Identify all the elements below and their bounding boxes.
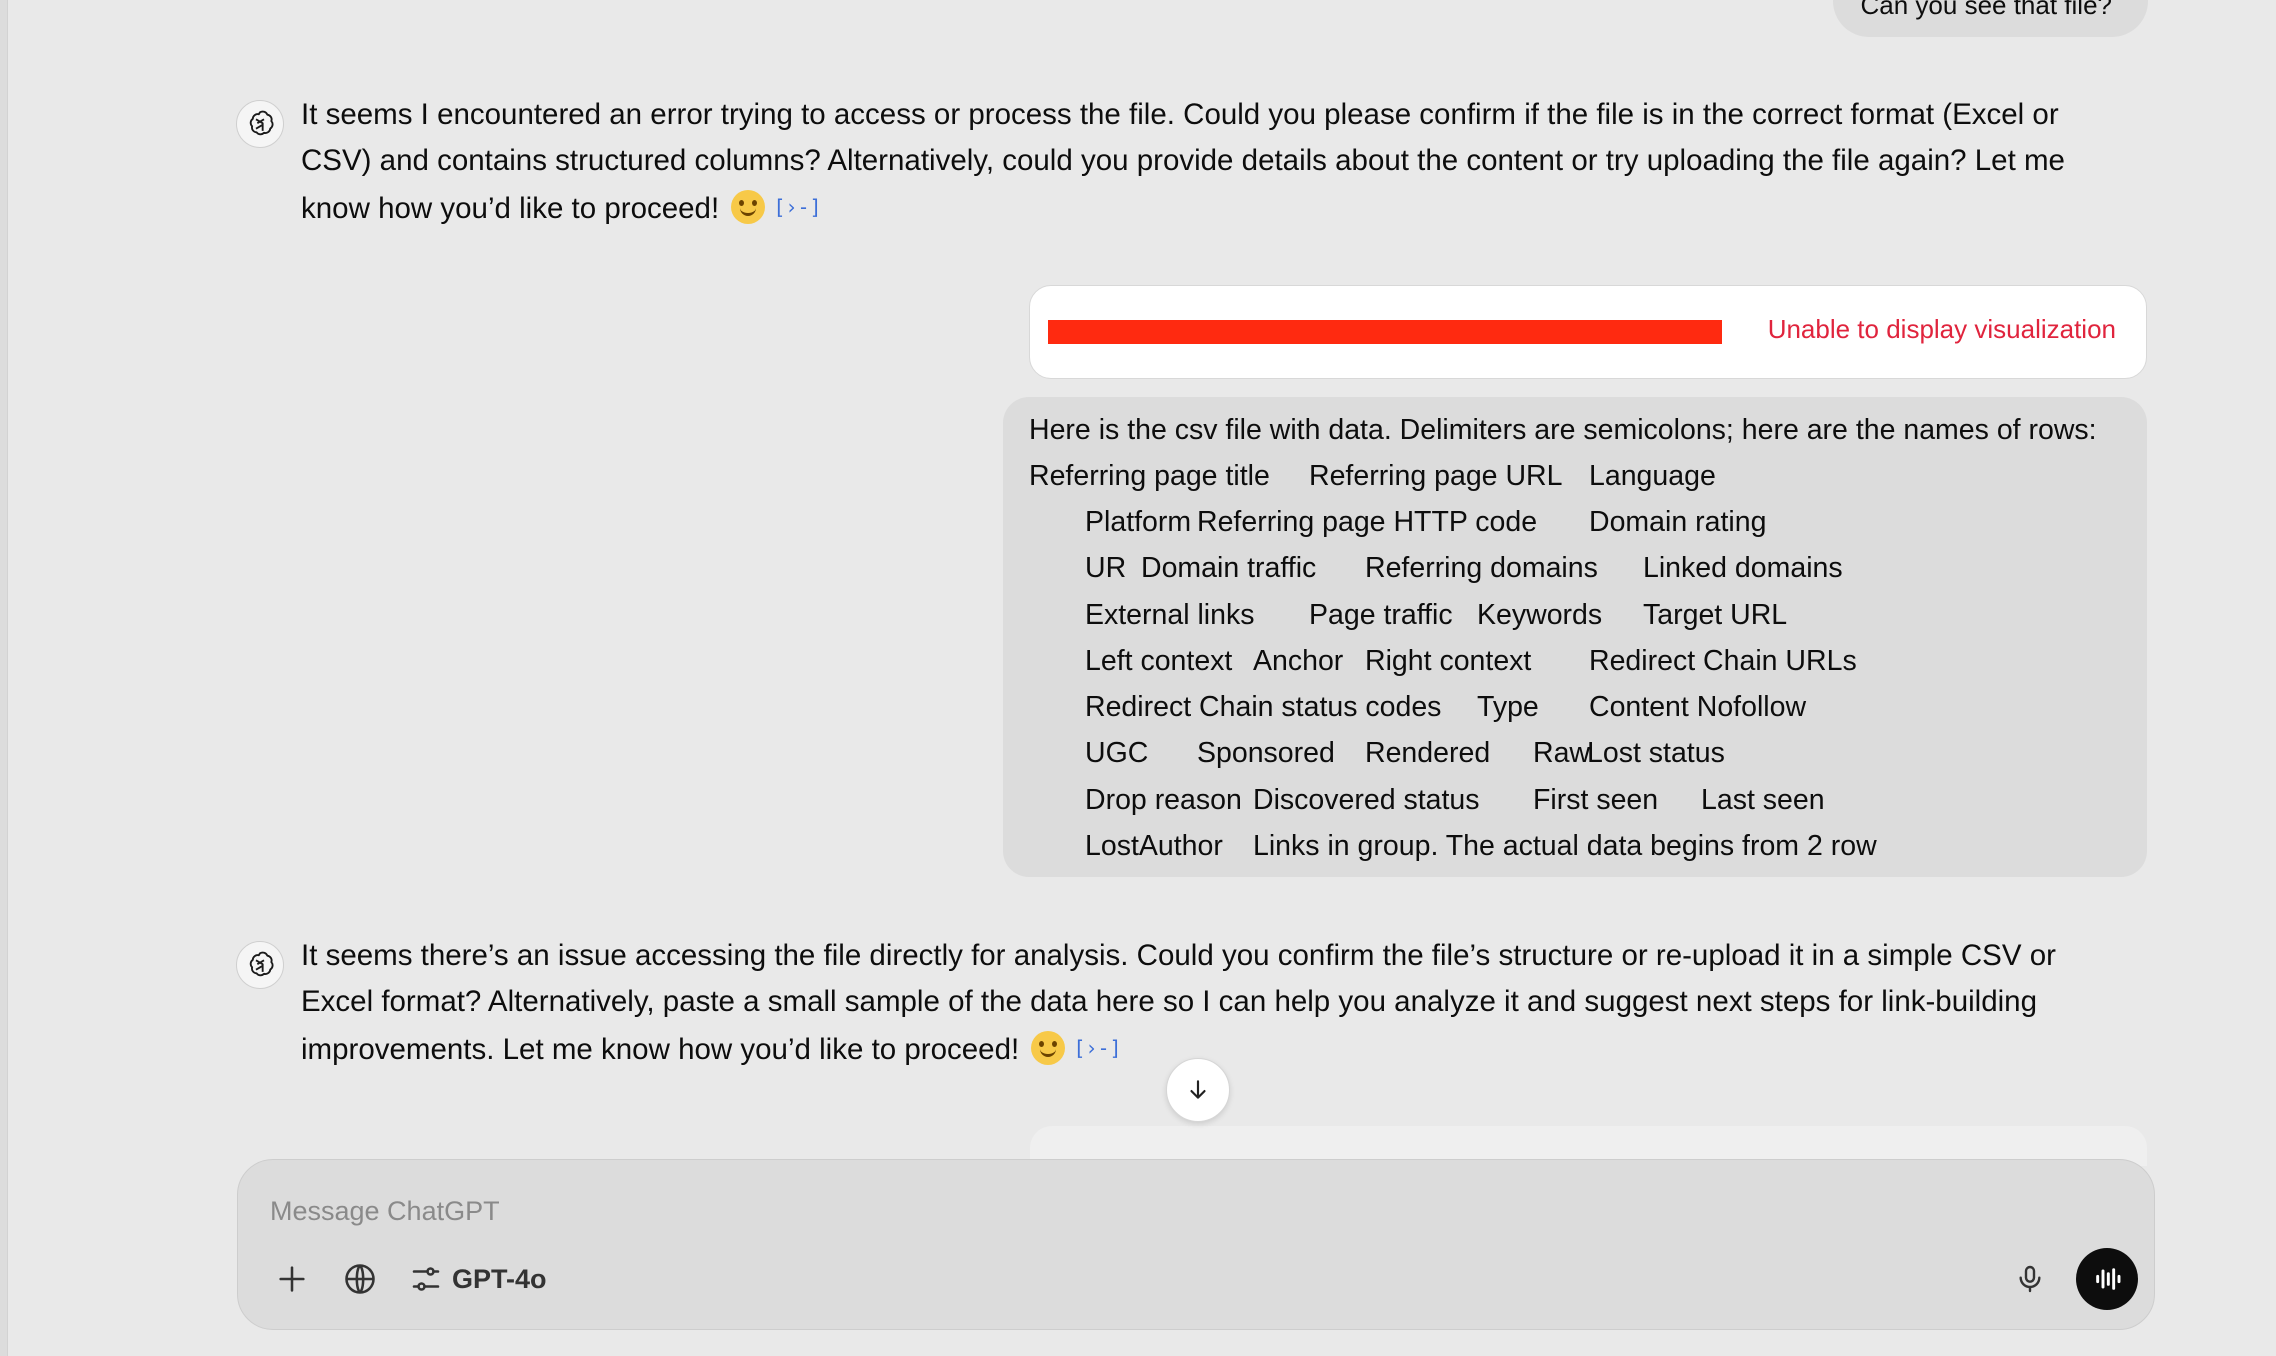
csv-column-name: Page traffic [1309,599,1453,631]
csv-intro-text: Here is the csv file with data. Delimite… [1029,414,2097,446]
csv-column-name: First seen [1533,784,1659,816]
csv-column-name: Links in group. The actual data begins f… [1253,830,1877,862]
user-message-text: Can you see that file? [1860,0,2113,20]
csv-column-name: Referring domains [1365,552,1598,584]
openai-logo-icon [236,100,284,148]
csv-column-name: UGC [1085,737,1149,769]
user-message-bubble: Can you see that file? [1832,0,2148,37]
csv-column-name: Drop reason [1085,784,1242,816]
sidebar-edge [0,0,8,1356]
csv-column-name: Content Nofollow [1589,691,1807,723]
csv-column-name: Target URL [1643,599,1788,631]
csv-column-name: Domain rating [1589,506,1767,538]
csv-column-name: Type [1477,691,1539,723]
smiling-face-emoji [1031,1031,1066,1065]
csv-column-name: Keywords [1477,599,1603,631]
csv-column-name: LostAuthor [1085,830,1223,862]
file-attachment-card[interactable]: Unable to display visualization [1029,285,2147,379]
citation-icon[interactable]: [›-] [1073,1025,1121,1071]
csv-column-name: Domain traffic [1141,552,1317,584]
assistant-message-text: It seems I encountered an error trying t… [301,92,2071,232]
csv-column-name: Raw [1533,737,1591,769]
smiling-face-emoji [731,190,766,224]
csv-column-name: Lost status [1587,737,1725,769]
csv-column-name: Last seen [1701,784,1825,816]
assistant-message: It seems there’s an issue accessing the … [236,939,2066,1081]
csv-column-name: Sponsored [1197,737,1335,769]
arrow-down-icon [1190,1080,1206,1099]
openai-logo-icon [236,941,284,989]
assistant-message-text: It seems there’s an issue accessing the … [301,933,2071,1073]
scroll-to-bottom-button[interactable] [1166,1058,1230,1122]
csv-column-name: Platform [1085,506,1192,538]
csv-column-name: Referring page title [1029,460,1270,492]
attach-button[interactable] [268,1255,316,1303]
csv-column-name: Left context [1085,645,1233,677]
csv-column-name: UR [1085,552,1127,584]
csv-column-name: Referring page URL [1309,460,1563,492]
csv-column-name: Linked domains [1643,552,1843,584]
model-label: GPT-4o [452,1263,547,1294]
sliders-icon [412,1267,440,1291]
citation-icon[interactable]: [›-] [773,184,821,230]
visualization-error-text: Unable to display visualization [1767,314,2116,344]
csv-column-name: Redirect Chain URLs [1589,645,1857,677]
csv-column-name: Discovered status [1253,784,1480,816]
csv-column-name: Rendered [1365,737,1491,769]
message-composer: GPT-4o [237,1159,2155,1330]
user-message-bubble: Here is the csv file with data. Delimite… [1003,397,2147,877]
csv-column-name: Right context [1365,645,1532,677]
csv-column-name: Redirect Chain status codes [1085,691,1442,723]
message-input[interactable] [268,1190,2072,1232]
microphone-icon [2019,1265,2041,1293]
redacted-filename [1048,320,1722,344]
csv-column-name: Anchor [1253,645,1344,677]
assistant-message: It seems I encountered an error trying t… [236,98,2066,240]
search-web-button[interactable] [336,1255,384,1303]
csv-column-name: External links [1085,599,1255,631]
voice-mode-icon [2096,1268,2121,1290]
csv-column-name: Language [1589,460,1716,492]
dictate-button[interactable] [2006,1255,2054,1303]
globe-icon [345,1264,375,1294]
plus-icon [279,1266,305,1292]
model-selector-button[interactable]: GPT-4o [408,1255,547,1303]
csv-column-name: Referring page HTTP code [1197,506,1538,538]
voice-mode-button[interactable] [2076,1248,2138,1310]
